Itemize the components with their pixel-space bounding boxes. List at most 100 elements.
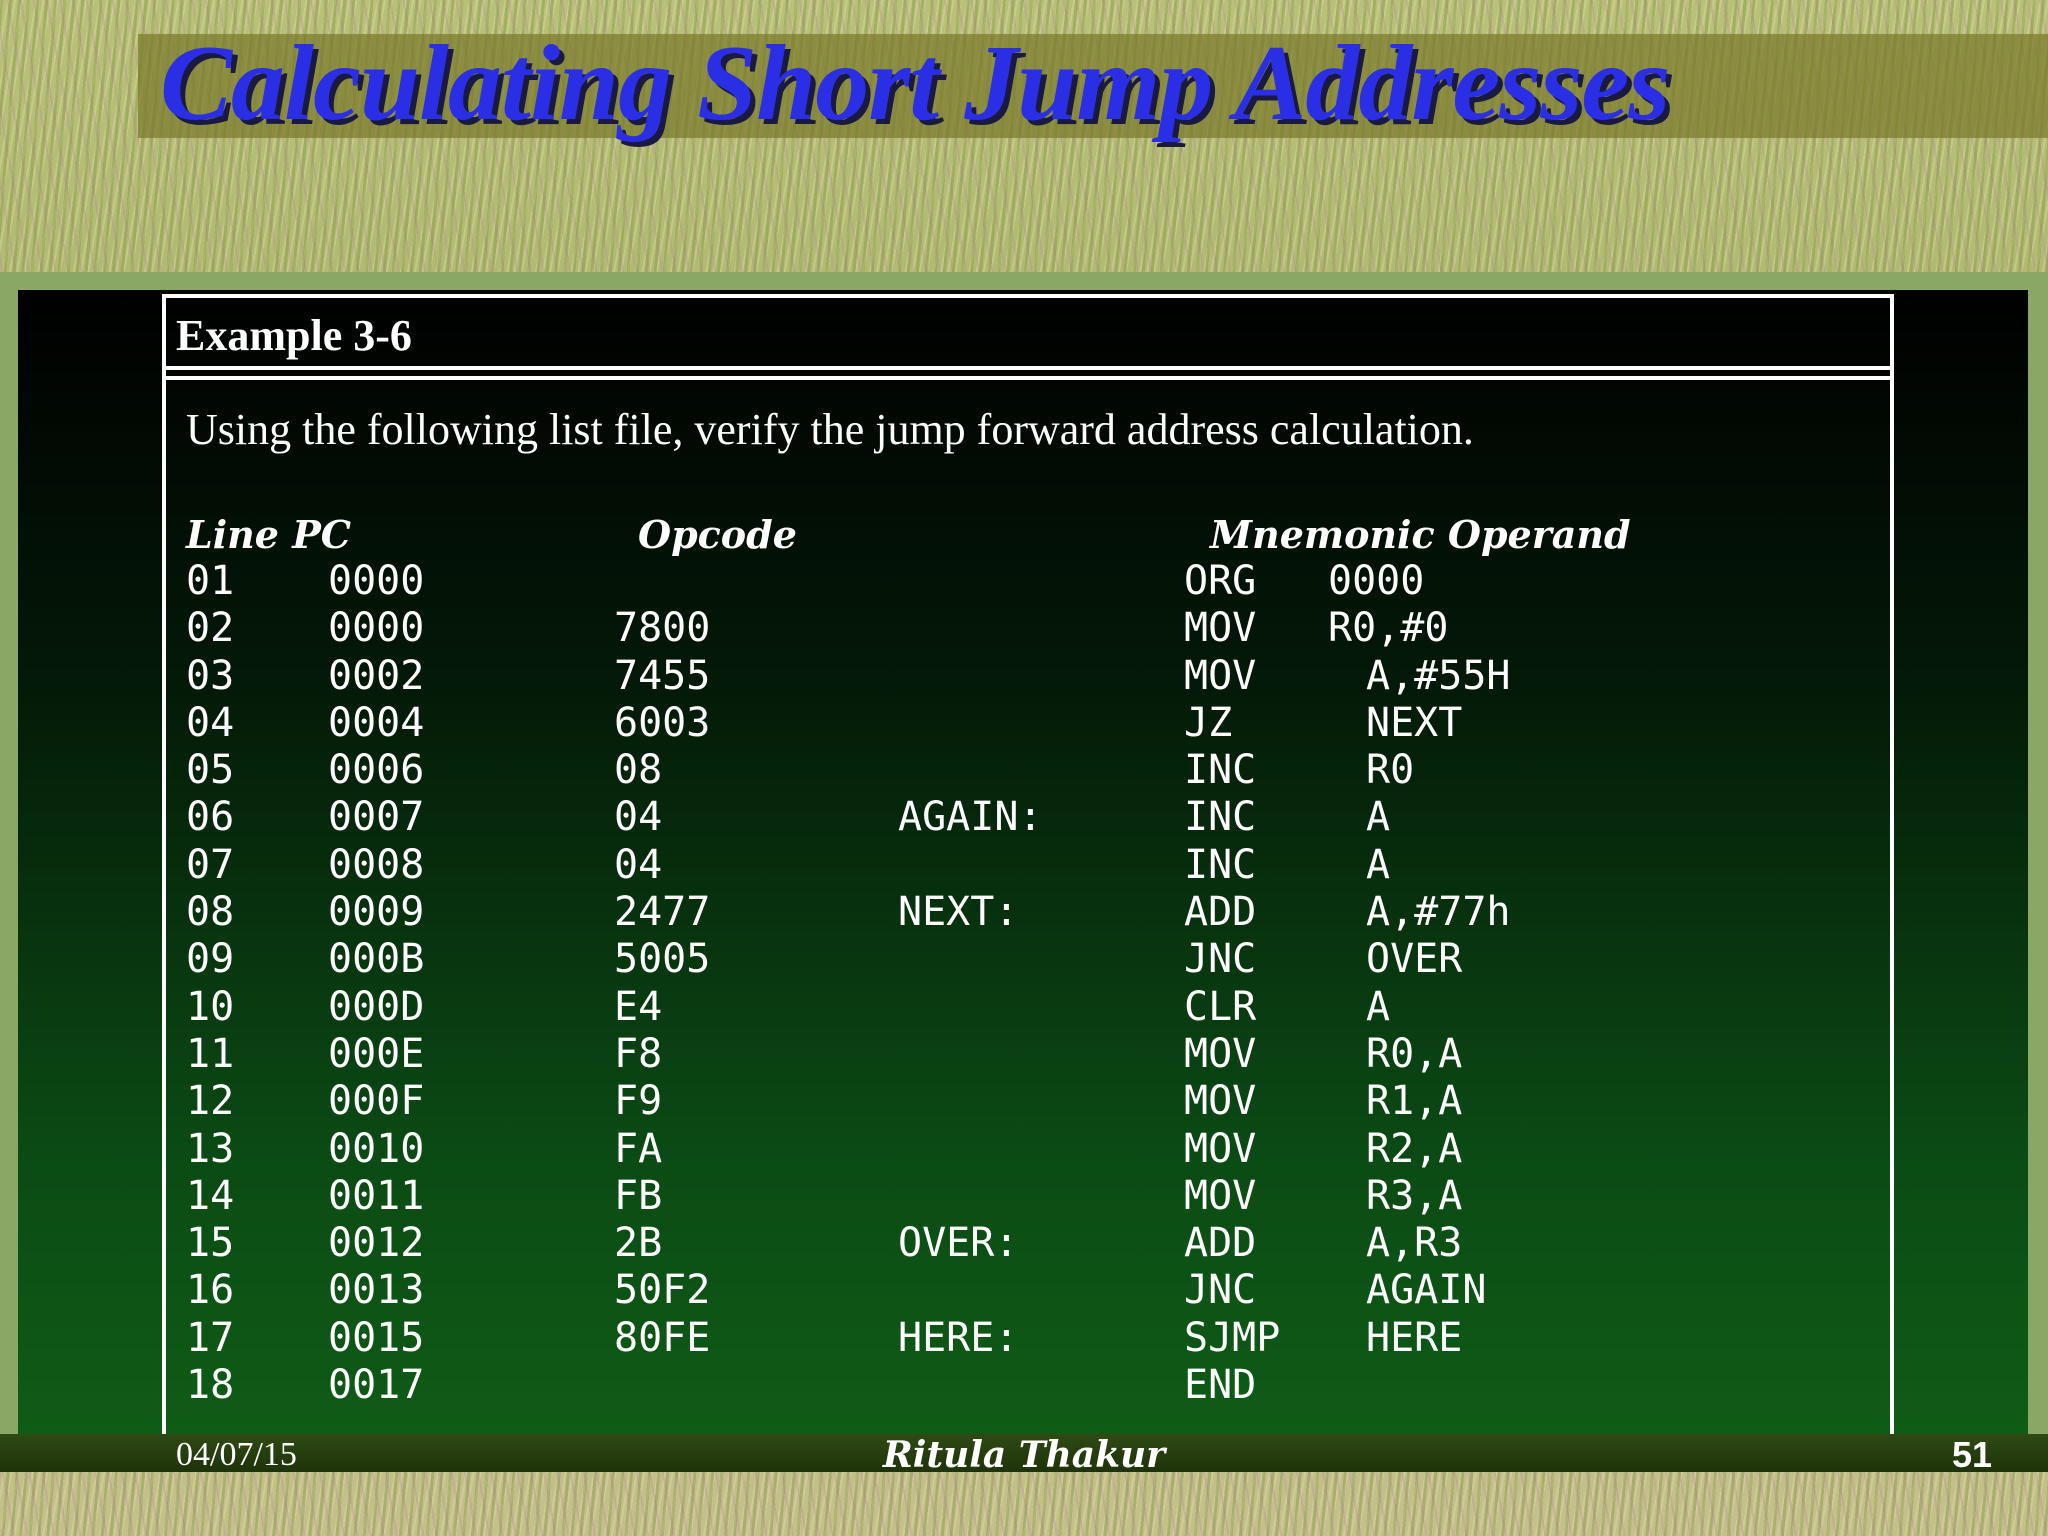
line-number-cell: 18 — [186, 1362, 235, 1409]
operand-cell: NEXT — [1366, 699, 1463, 746]
line-number-cell: 02 — [186, 605, 235, 652]
pc-cell: 000B — [328, 936, 425, 983]
line-number-cell: 12 — [186, 1078, 235, 1125]
footer-bar: 04/07/15 Ritula Thakur 51 — [0, 1434, 2048, 1476]
operand-cell: R1,A — [1366, 1078, 1463, 1125]
table-row: 18 0017 END — [186, 1362, 1786, 1409]
example-box: Example 3-6 Using the following list fil… — [162, 294, 1894, 1434]
operand-cell: A,R3 — [1366, 1220, 1463, 1267]
line-number-cell: 07 — [186, 841, 235, 888]
line-number-cell: 05 — [186, 747, 235, 794]
operand-cell: AGAIN — [1366, 1267, 1487, 1314]
opcode-cell: 2B — [614, 1220, 663, 1267]
operand-cell: A — [1366, 983, 1391, 1030]
operand-cell: A,#77h — [1366, 889, 1511, 936]
mnemonic-cell: SJMP — [1184, 1314, 1281, 1361]
label-cell: NEXT: — [898, 889, 1019, 936]
operand-cell: 0000 — [1328, 558, 1425, 604]
operand-cell: R0 — [1366, 747, 1415, 794]
opcode-cell: 50F2 — [614, 1267, 711, 1314]
header-opcode: Opcode — [638, 512, 797, 557]
pc-cell: 0002 — [328, 652, 425, 699]
table-row: 15 0012 2B OVER: ADD A,R3 — [186, 1220, 1786, 1267]
pc-cell: 0013 — [328, 1267, 425, 1314]
pc-cell: 0007 — [328, 794, 425, 841]
pc-cell: 000D — [328, 983, 425, 1030]
mnemonic-cell: ADD — [1184, 1220, 1257, 1267]
mnemonic-cell: JNC — [1184, 936, 1257, 983]
label-cell: AGAIN: — [898, 794, 1043, 841]
example-intro: Using the following list file, verify th… — [186, 405, 1474, 454]
pc-cell: 0012 — [328, 1220, 425, 1267]
table-row: 04 0004 6003 JZ NEXT — [186, 700, 1786, 747]
slide-title: Calculating Short Jump Addresses — [160, 24, 1670, 143]
table-row: 13 0010 FA MOV R2,A — [186, 1126, 1786, 1173]
table-row: 16 0013 50F2 JNC AGAIN — [186, 1267, 1786, 1314]
opcode-cell: FB — [614, 1172, 663, 1219]
pc-cell: 0000 — [328, 558, 425, 604]
line-number-cell: 06 — [186, 794, 235, 841]
footer-author: Ritula Thakur — [882, 1434, 1166, 1476]
mnemonic-cell: MOV — [1184, 1172, 1257, 1219]
pc-cell: 000E — [328, 1030, 425, 1077]
pc-cell: 0009 — [328, 889, 425, 936]
operand-cell: A,#55H — [1366, 652, 1511, 699]
table-row: 05 0006 08 INC R0 — [186, 747, 1786, 794]
operand-cell: HERE — [1366, 1314, 1463, 1361]
line-number-cell: 09 — [186, 936, 235, 983]
pc-cell: 0010 — [328, 1125, 425, 1172]
opcode-cell: 04 — [614, 794, 663, 841]
label-cell: HERE: — [898, 1314, 1019, 1361]
mnemonic-cell: JZ — [1184, 699, 1233, 746]
line-number-cell: 17 — [186, 1314, 235, 1361]
example-heading-bar: Example 3-6 — [166, 298, 1890, 370]
mnemonic-cell: MOV — [1184, 1078, 1257, 1125]
header-mnemonic-operand: Mnemonic Operand — [1210, 512, 1631, 557]
opcode-cell: 08 — [614, 747, 663, 794]
heading-divider — [166, 376, 1890, 380]
pc-cell: 000F — [328, 1078, 425, 1125]
mnemonic-cell: INC — [1184, 794, 1257, 841]
table-row: 07 0008 04 INC A — [186, 842, 1786, 889]
pc-cell: 0017 — [328, 1362, 425, 1409]
table-row: 17 0015 80FE HERE: SJMP HERE — [186, 1315, 1786, 1362]
pc-cell: 0011 — [328, 1172, 425, 1219]
table-row: 12 000F F9 MOV R1,A — [186, 1078, 1786, 1125]
pc-cell: 0015 — [328, 1314, 425, 1361]
line-number-cell: 13 — [186, 1125, 235, 1172]
header-line-pc: Line PC — [186, 512, 352, 557]
page-number: 51 — [1951, 1434, 1992, 1475]
mnemonic-cell: ORG — [1184, 558, 1257, 604]
line-number-cell: 16 — [186, 1267, 235, 1314]
opcode-cell: E4 — [614, 983, 663, 1030]
operand-cell: A — [1366, 841, 1391, 888]
opcode-cell: 7800 — [614, 605, 711, 652]
opcode-cell: 2477 — [614, 889, 711, 936]
line-number-cell: 15 — [186, 1220, 235, 1267]
line-number-cell: 10 — [186, 983, 235, 1030]
line-number-cell: 14 — [186, 1172, 235, 1219]
line-number-cell: 03 — [186, 652, 235, 699]
operand-cell: R0,A — [1366, 1030, 1463, 1077]
operand-cell: A — [1366, 794, 1391, 841]
table-row: 01 0000 ORG 0000 — [186, 558, 1786, 605]
pc-cell: 0006 — [328, 747, 425, 794]
mnemonic-cell: MOV — [1184, 652, 1257, 699]
mnemonic-cell: MOV — [1184, 1030, 1257, 1077]
table-row: 14 0011 FB MOV R3,A — [186, 1173, 1786, 1220]
opcode-cell: 7455 — [614, 652, 711, 699]
mnemonic-cell: CLR — [1184, 983, 1257, 1030]
list-file-table: 01 0000 ORG 0000 02 0000 7800 MOV R0,#0 03 0002 745… — [186, 558, 1786, 1409]
line-number-cell: 08 — [186, 889, 235, 936]
opcode-cell: F8 — [614, 1030, 663, 1077]
table-row: 02 0000 7800 MOV R0,#0 — [186, 605, 1786, 652]
line-number-cell: 11 — [186, 1030, 235, 1077]
pc-cell: 0000 — [328, 605, 425, 652]
opcode-cell: 80FE — [614, 1314, 711, 1361]
table-row: 06 0007 04 AGAIN: INC A — [186, 794, 1786, 841]
label-cell: OVER: — [898, 1220, 1019, 1267]
mnemonic-cell: INC — [1184, 841, 1257, 888]
operand-cell: R2,A — [1366, 1125, 1463, 1172]
line-number-cell: 04 — [186, 699, 235, 746]
operand-cell: OVER — [1366, 936, 1463, 983]
